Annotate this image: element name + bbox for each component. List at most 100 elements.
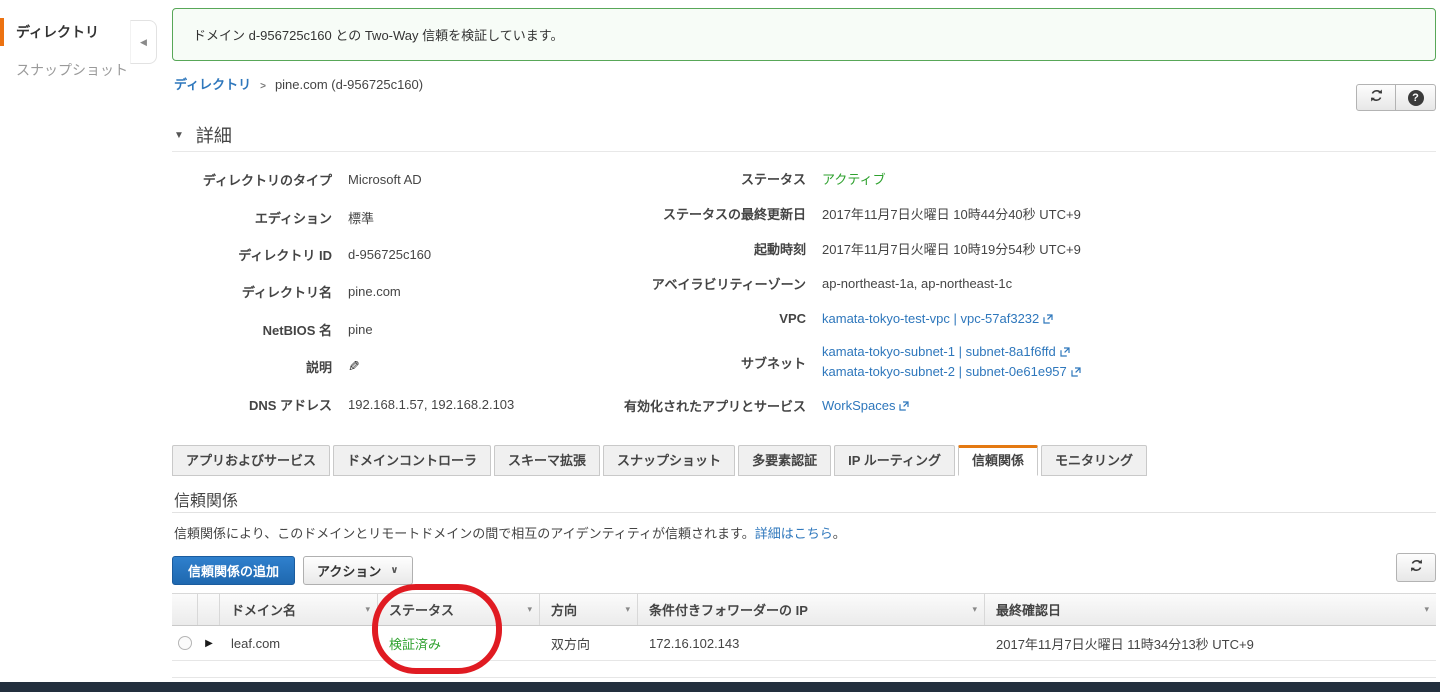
detail-value: pine.com <box>348 284 401 300</box>
sidebar-item-directories[interactable]: ディレクトリ <box>0 18 132 46</box>
tab-monitoring[interactable]: モニタリング <box>1040 445 1147 476</box>
cell-domain-name: leaf.com <box>231 635 281 651</box>
refresh-button[interactable] <box>1356 84 1396 111</box>
refresh-icon <box>1409 558 1424 578</box>
detail-tabs: アプリおよびサービス ドメインコントローラ スキーマ拡張 スナップショット 多要… <box>172 445 1150 476</box>
sort-arrow-icon[interactable]: ▾ <box>1424 604 1429 615</box>
detail-row: 有効化されたアプリとサービス WorkSpaces <box>624 388 1436 423</box>
tab-ip-routing[interactable]: IP ルーティング <box>834 445 955 476</box>
detail-row: ステータスの最終更新日 2017年11月7日火曜日 10時44分40秒 UTC+… <box>624 196 1436 231</box>
table-row[interactable]: ▶ leaf.com 検証済み 双方向 172.16.102.143 2017年… <box>172 626 1436 661</box>
details-section-header[interactable]: ▼ 詳細 <box>174 122 232 148</box>
tab-label: IP ルーティング <box>848 453 941 468</box>
header-select-column <box>172 594 198 625</box>
detail-row: 起動時刻 2017年11月7日火曜日 10時19分54秒 UTC+9 <box>624 231 1436 266</box>
external-link-icon <box>1071 363 1081 382</box>
edit-description-icon[interactable]: ✎ <box>348 358 360 375</box>
subnet-1-link[interactable]: kamata-tokyo-subnet-1 | subnet-8a1f6ffd <box>822 344 1056 359</box>
header-expand-column <box>198 594 220 625</box>
breadcrumb: ディレクトリ > pine.com (d-956725c160) <box>174 74 423 93</box>
column-label: ドメイン名 <box>231 603 297 618</box>
breadcrumb-directories-link[interactable]: ディレクトリ <box>174 77 251 92</box>
detail-row: エディション 標準 <box>172 198 624 235</box>
collapse-triangle-icon: ▼ <box>174 129 184 141</box>
refresh-icon <box>1369 88 1384 108</box>
tab-label: アプリおよびサービス <box>186 453 317 468</box>
detail-label: ディレクトリ名 <box>241 285 332 301</box>
header-status[interactable]: ステータス ▾ <box>378 594 540 625</box>
detail-value: 2017年11月7日火曜日 10時44分40秒 UTC+9 <box>822 207 1081 222</box>
detail-label: アベイラビリティーゾーン <box>651 277 807 292</box>
tab-domain-controllers[interactable]: ドメインコントローラ <box>333 445 492 476</box>
details-grid: ディレクトリのタイプ Microsoft AD エディション 標準 ディレクトリ… <box>172 161 1436 423</box>
sidebar-item-snapshots[interactable]: スナップショット <box>0 56 132 84</box>
header-domain-name[interactable]: ドメイン名 ▾ <box>220 594 378 625</box>
detail-row: サブネット kamata-tokyo-subnet-1 | subnet-8a1… <box>624 336 1436 388</box>
table-header-row: ドメイン名 ▾ ステータス ▾ 方向 ▾ 条件付きフォワーダーの IP ▾ 最終… <box>172 593 1436 626</box>
header-direction[interactable]: 方向 ▾ <box>540 594 638 625</box>
detail-label: ステータスの最終更新日 <box>663 207 807 222</box>
sort-arrow-icon[interactable]: ▾ <box>527 604 532 615</box>
tab-schema-extensions[interactable]: スキーマ拡張 <box>494 445 601 476</box>
row-expand-icon[interactable]: ▶ <box>205 638 213 649</box>
cell-status: 検証済み <box>389 636 442 652</box>
learn-more-link[interactable]: 詳細はこちら <box>755 526 833 541</box>
column-label: 条件付きフォワーダーの IP <box>649 603 808 618</box>
sidebar-item-label: ディレクトリ <box>16 24 100 40</box>
help-button[interactable]: ? <box>1396 84 1436 111</box>
tab-label: 信頼関係 <box>971 453 1024 468</box>
tab-apps-and-services[interactable]: アプリおよびサービス <box>172 445 331 476</box>
breadcrumb-separator-icon: > <box>260 81 266 92</box>
trust-divider <box>172 512 1436 513</box>
detail-row: 説明 ✎ <box>172 348 624 385</box>
table-footer-spacer <box>172 661 1436 678</box>
status-value: アクティブ <box>822 172 886 187</box>
detail-row: ディレクトリ ID d-956725c160 <box>172 236 624 273</box>
trust-table: ドメイン名 ▾ ステータス ▾ 方向 ▾ 条件付きフォワーダーの IP ▾ 最終… <box>172 593 1436 678</box>
details-divider <box>172 151 1436 152</box>
subnet-2-link[interactable]: kamata-tokyo-subnet-2 | subnet-0e61e957 <box>822 364 1067 379</box>
tab-snapshots[interactable]: スナップショット <box>603 445 736 476</box>
workspaces-link[interactable]: WorkSpaces <box>822 398 895 413</box>
page-toolbar: ? <box>1356 84 1436 111</box>
tab-trust-relationships[interactable]: 信頼関係 <box>957 445 1038 476</box>
banner-message: ドメイン d-956725c160 との Two-Way 信頼を検証しています。 <box>193 28 564 43</box>
table-refresh-button[interactable] <box>1396 553 1436 582</box>
details-right-column: ステータス アクティブ ステータスの最終更新日 2017年11月7日火曜日 10… <box>624 161 1436 423</box>
actions-dropdown-button[interactable]: アクション ∨ <box>303 556 413 585</box>
trust-description: 信頼関係により、このドメインとリモートドメインの間で相互のアイデンティティが信頼… <box>174 523 846 542</box>
collapse-left-icon: ◀ <box>140 36 147 47</box>
chevron-down-icon: ∨ <box>390 565 399 576</box>
detail-row: アベイラビリティーゾーン ap-northeast-1a, ap-northea… <box>624 266 1436 301</box>
detail-label: DNS アドレス <box>248 397 332 413</box>
detail-label: NetBIOS 名 <box>262 322 332 338</box>
header-conditional-forwarder-ip[interactable]: 条件付きフォワーダーの IP ▾ <box>638 594 985 625</box>
detail-row: VPC kamata-tokyo-test-vpc | vpc-57af3232 <box>624 301 1436 336</box>
details-title-text: 詳細 <box>195 126 232 146</box>
detail-label: ステータス <box>741 172 807 187</box>
external-link-icon <box>1060 343 1070 362</box>
detail-row: DNS アドレス 192.168.1.57, 192.168.2.103 <box>172 386 624 423</box>
column-label: 最終確認日 <box>996 603 1062 618</box>
vpc-link[interactable]: kamata-tokyo-test-vpc | vpc-57af3232 <box>822 311 1039 326</box>
tab-label: 多要素認証 <box>752 453 818 468</box>
tab-label: モニタリング <box>1054 453 1133 468</box>
sort-arrow-icon[interactable]: ▾ <box>625 604 630 615</box>
add-trust-button[interactable]: 信頼関係の追加 <box>172 556 296 585</box>
sidebar-collapse-handle[interactable]: ◀ <box>130 20 157 64</box>
cell-last-checked: 2017年11月7日火曜日 11時34分13秒 UTC+9 <box>996 636 1254 652</box>
detail-label: サブネット <box>741 355 807 371</box>
success-banner: ドメイン d-956725c160 との Two-Way 信頼を検証しています。 <box>172 8 1436 61</box>
header-last-checked[interactable]: 最終確認日 ▾ <box>985 594 1436 625</box>
breadcrumb-current: pine.com (d-956725c160) <box>274 77 424 92</box>
external-link-icon <box>1043 312 1053 327</box>
detail-row: ステータス アクティブ <box>624 161 1436 196</box>
help-icon: ? <box>1407 89 1424 106</box>
trust-actions: 信頼関係の追加 アクション ∨ <box>172 556 413 585</box>
detail-value: 標準 <box>348 210 375 226</box>
row-radio-button[interactable] <box>178 636 192 650</box>
sort-arrow-icon[interactable]: ▾ <box>972 604 977 615</box>
cell-direction: 双方向 <box>551 636 591 652</box>
sort-arrow-icon[interactable]: ▾ <box>365 604 370 615</box>
tab-mfa[interactable]: 多要素認証 <box>738 445 832 476</box>
